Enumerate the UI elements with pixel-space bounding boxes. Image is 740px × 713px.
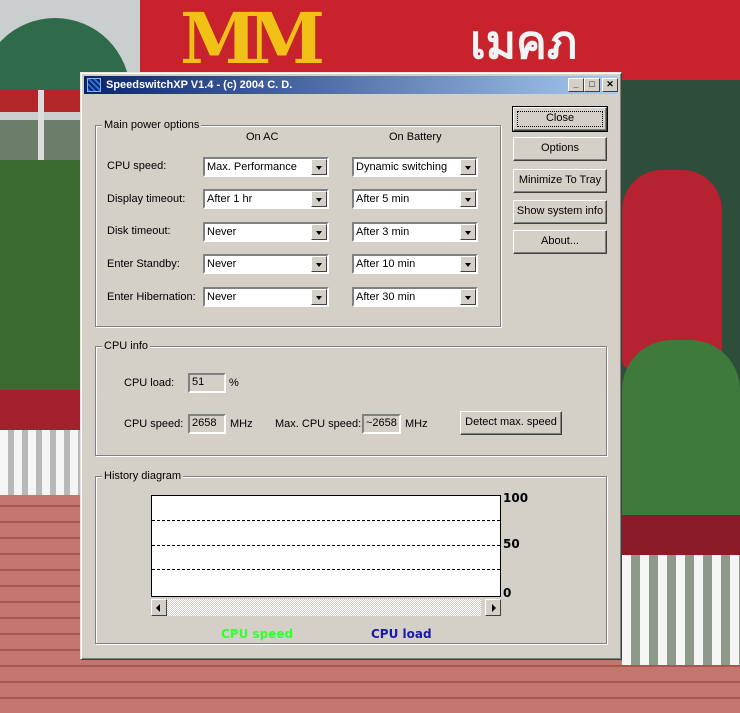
max-cpu-speed-unit: MHz	[405, 418, 428, 430]
disk-timeout-label: Disk timeout:	[107, 225, 171, 237]
axis-label-0: 0	[503, 586, 512, 600]
max-cpu-speed-label: Max. CPU speed:	[275, 418, 362, 430]
chevron-down-icon[interactable]	[460, 256, 476, 272]
chevron-down-icon[interactable]	[311, 256, 327, 272]
window-title: SpeedswitchXP V1.4 - (c) 2004 C. D.	[106, 79, 293, 91]
chevron-down-icon[interactable]	[311, 191, 327, 207]
axis-label-100: 100	[503, 491, 529, 505]
grid-line	[152, 545, 500, 546]
chevron-down-icon[interactable]	[311, 159, 327, 175]
minimize-button[interactable]: _	[568, 78, 584, 92]
minimize-to-tray-button[interactable]: Minimize To Tray	[513, 169, 607, 193]
disk-timeout-battery-select[interactable]: After 3 min	[352, 222, 478, 242]
enter-standby-ac-select[interactable]: Never	[203, 254, 329, 274]
chevron-down-icon[interactable]	[311, 224, 327, 240]
options-button[interactable]: Options	[513, 137, 607, 161]
display-timeout-label: Display timeout:	[107, 193, 186, 205]
cpu-info-label: CPU info	[102, 340, 151, 353]
chevron-down-icon[interactable]	[311, 289, 327, 305]
enter-standby-label: Enter Standby:	[107, 258, 180, 270]
history-graph	[151, 495, 501, 597]
chevron-down-icon[interactable]	[460, 159, 476, 175]
speedswitch-window: SpeedswitchXP V1.4 - (c) 2004 C. D. _ □ …	[80, 72, 622, 660]
select-value: After 30 min	[356, 291, 416, 303]
history-diagram-label: History diagram	[102, 470, 184, 483]
cpu-load-unit: %	[229, 377, 239, 389]
select-value: Max. Performance	[207, 161, 297, 173]
select-value: After 3 min	[356, 226, 410, 238]
cpu-info-group: CPU info	[95, 340, 607, 456]
display-timeout-battery-select[interactable]: After 5 min	[352, 189, 478, 209]
close-button[interactable]: Close	[512, 106, 608, 132]
on-ac-header: On AC	[246, 131, 279, 143]
grid-line	[152, 520, 500, 521]
select-value: Dynamic switching	[356, 161, 448, 173]
legend-cpu-speed: CPU speed	[221, 627, 294, 641]
chevron-down-icon[interactable]	[460, 289, 476, 305]
show-system-info-button[interactable]: Show system info	[513, 200, 607, 224]
select-value: After 5 min	[356, 193, 410, 205]
enter-standby-battery-select[interactable]: After 10 min	[352, 254, 478, 274]
scroll-right-icon[interactable]	[485, 599, 501, 616]
select-value: Never	[207, 226, 237, 238]
maximize-button[interactable]: □	[584, 78, 600, 92]
enter-hibernation-label: Enter Hibernation:	[107, 291, 196, 303]
axis-label-50: 50	[503, 537, 520, 551]
chevron-down-icon[interactable]	[460, 191, 476, 207]
legend-cpu-load: CPU load	[371, 627, 432, 641]
cpu-speed-unit: MHz	[230, 418, 253, 430]
detect-max-speed-button[interactable]: Detect max. speed	[460, 411, 562, 435]
enter-hibernation-ac-select[interactable]: Never	[203, 287, 329, 307]
select-value: After 10 min	[356, 258, 416, 270]
select-value: After 1 hr	[207, 193, 253, 205]
cpu-speed-value: 2658	[188, 414, 226, 434]
title-bar[interactable]: SpeedswitchXP V1.4 - (c) 2004 C. D. _ □ …	[84, 76, 618, 94]
app-icon	[87, 78, 101, 92]
cpu-speed-info-label: CPU speed:	[124, 418, 184, 430]
disk-timeout-ac-select[interactable]: Never	[203, 222, 329, 242]
select-value: Never	[207, 291, 237, 303]
max-cpu-speed-value: ~2658	[362, 414, 401, 434]
select-value: Never	[207, 258, 237, 270]
history-scrollbar[interactable]	[151, 599, 501, 616]
scroll-left-icon[interactable]	[151, 599, 167, 616]
cpu-load-value: 51	[188, 373, 226, 393]
grid-line	[152, 569, 500, 570]
display-timeout-ac-select[interactable]: After 1 hr	[203, 189, 329, 209]
cpu-speed-ac-select[interactable]: Max. Performance	[203, 157, 329, 177]
chevron-down-icon[interactable]	[460, 224, 476, 240]
close-window-button[interactable]: ✕	[602, 78, 618, 92]
about-button[interactable]: About...	[513, 230, 607, 254]
power-options-label: Main power options	[102, 119, 202, 132]
cpu-speed-label: CPU speed:	[107, 160, 167, 172]
enter-hibernation-battery-select[interactable]: After 30 min	[352, 287, 478, 307]
cpu-speed-battery-select[interactable]: Dynamic switching	[352, 157, 478, 177]
cpu-load-label: CPU load:	[124, 377, 175, 389]
on-battery-header: On Battery	[389, 131, 442, 143]
